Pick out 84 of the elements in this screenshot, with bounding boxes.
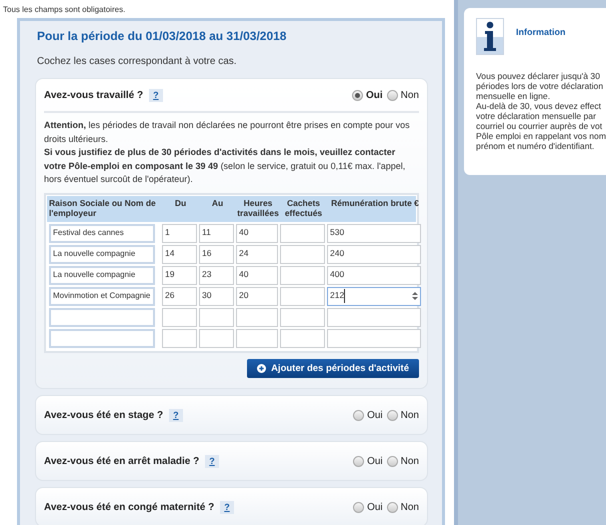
spinner-icon[interactable]	[412, 292, 418, 300]
input-field[interactable]: 530	[327, 224, 421, 242]
input-field[interactable]: 23	[199, 266, 234, 284]
information-title: Information	[516, 26, 566, 39]
column-header: Au	[210, 198, 224, 210]
info-text-line: Vous pouvez déclarer jusqu'à 30	[476, 71, 601, 81]
radio-label[interactable]: Non	[400, 500, 419, 514]
plus-circle-icon	[257, 364, 266, 373]
radio-label[interactable]: Oui	[367, 408, 383, 422]
help-link[interactable]: ?	[205, 454, 219, 468]
radio-button[interactable]	[386, 90, 398, 100]
input-field[interactable]: 20	[236, 286, 278, 306]
input-field[interactable]: 26	[162, 286, 197, 306]
instruction-text: Cochez les cases correspondant à votre cas.	[37, 55, 238, 69]
period-title: Pour la période du 01/03/2018 au 31/03/2018	[37, 28, 288, 45]
column-header: Rémunération brute €	[330, 198, 420, 210]
radio-button[interactable]	[352, 90, 363, 100]
info-text-line: votre déclaration mensuelle par	[476, 111, 597, 121]
employer-field[interactable]: Movinmotion et Compagnie	[49, 286, 155, 306]
input-field[interactable]: 19	[162, 266, 197, 284]
help-link[interactable]: ?	[149, 88, 163, 102]
info-text-line: courriel ou courrier auprès de vot	[476, 121, 604, 131]
employer-field[interactable]	[49, 308, 155, 326]
radio-label[interactable]: Non	[400, 408, 419, 422]
radio-button[interactable]	[353, 410, 364, 420]
radio-label[interactable]: Oui	[367, 500, 383, 514]
question-label: Avez-vous été en arrêt maladie ?	[44, 456, 200, 466]
column-header: Heures travaillées	[236, 198, 280, 218]
input-field[interactable]	[280, 308, 325, 326]
column-header: Du	[174, 198, 188, 210]
input-field[interactable]	[199, 308, 234, 326]
info-text-line: périodes lors de votre déclaration	[476, 81, 604, 91]
warning-text: Attention, les périodes de travail non déclarées ne pourront être prises en compte pour vos droits ultérieurs.	[44, 119, 411, 146]
radio-button[interactable]	[386, 410, 398, 420]
add-periods-button[interactable]: Ajouter des périodes d'activité	[247, 358, 419, 378]
input-field[interactable]: 1	[162, 224, 197, 242]
help-link[interactable]: ?	[169, 408, 183, 422]
employer-field[interactable]: La nouvelle compagnie	[49, 244, 155, 264]
input-field[interactable]	[327, 308, 421, 326]
radio-button[interactable]	[353, 502, 364, 512]
input-field[interactable]	[327, 328, 421, 348]
radio-label[interactable]: Non	[400, 88, 419, 102]
column-header: Cachets effectués	[284, 198, 324, 218]
question-label: Avez-vous été en congé maternité ?	[44, 502, 214, 512]
employer-field[interactable]: La nouvelle compagnie	[49, 266, 155, 284]
radio-label[interactable]: Oui	[367, 454, 383, 468]
info-text-line: Pôle emploi en rappelant vos nom	[476, 131, 606, 141]
info-text-line: prénom et numéro d'identifiant.	[476, 141, 596, 151]
employer-field[interactable]	[49, 328, 155, 348]
radio-label[interactable]: Non	[400, 454, 419, 468]
input-field[interactable]: 400	[327, 266, 421, 284]
input-field[interactable]: 40	[236, 266, 278, 284]
input-field[interactable]: 11	[199, 224, 234, 242]
information-icon	[476, 18, 504, 55]
input-field[interactable]	[236, 308, 278, 326]
input-field[interactable]	[162, 308, 197, 326]
help-link[interactable]: ?	[220, 500, 234, 514]
employer-field[interactable]: Festival des cannes	[49, 224, 155, 242]
input-field[interactable]: 16	[199, 244, 234, 264]
required-fields-note: Tous les champs sont obligatoires.	[3, 4, 126, 16]
input-field[interactable]	[280, 286, 325, 306]
column-header: Raison Sociale ou Nom de l'employeur	[49, 198, 157, 218]
contact-text: Si vous justifiez de plus de 30 périodes d'activités dans le mois, veuillez contacter votre Pôle-emploi en composant le 39 49 (selon le service, gratuit ou 0,11€ max. l'appel, hors éventuel surcoût de l'opérateur).	[44, 146, 406, 186]
input-field[interactable]	[199, 328, 234, 348]
input-field[interactable]: 30	[199, 286, 234, 306]
input-field[interactable]: 40	[236, 224, 278, 242]
input-field[interactable]	[280, 224, 325, 242]
input-field[interactable]	[280, 244, 325, 264]
input-field[interactable]: 24	[236, 244, 278, 264]
radio-label[interactable]: Oui	[366, 88, 383, 102]
radio-button[interactable]	[386, 456, 398, 466]
input-field[interactable]	[280, 266, 325, 284]
input-field[interactable]	[236, 328, 278, 348]
input-field[interactable]: 240	[327, 244, 421, 264]
info-text-line: mensuelle en ligne.	[476, 91, 552, 101]
input-field[interactable]: 14	[162, 244, 197, 264]
radio-button[interactable]	[386, 502, 398, 512]
question-label: Avez-vous été en stage ?	[44, 410, 164, 420]
input-field[interactable]	[280, 328, 325, 348]
input-field[interactable]	[162, 328, 197, 348]
radio-button[interactable]	[353, 456, 364, 466]
question-label: Avez-vous travaillé ?	[44, 90, 144, 100]
info-text-line: Au-delà de 30, vous devez effect	[476, 101, 602, 111]
input-field[interactable]: 212	[327, 286, 421, 306]
